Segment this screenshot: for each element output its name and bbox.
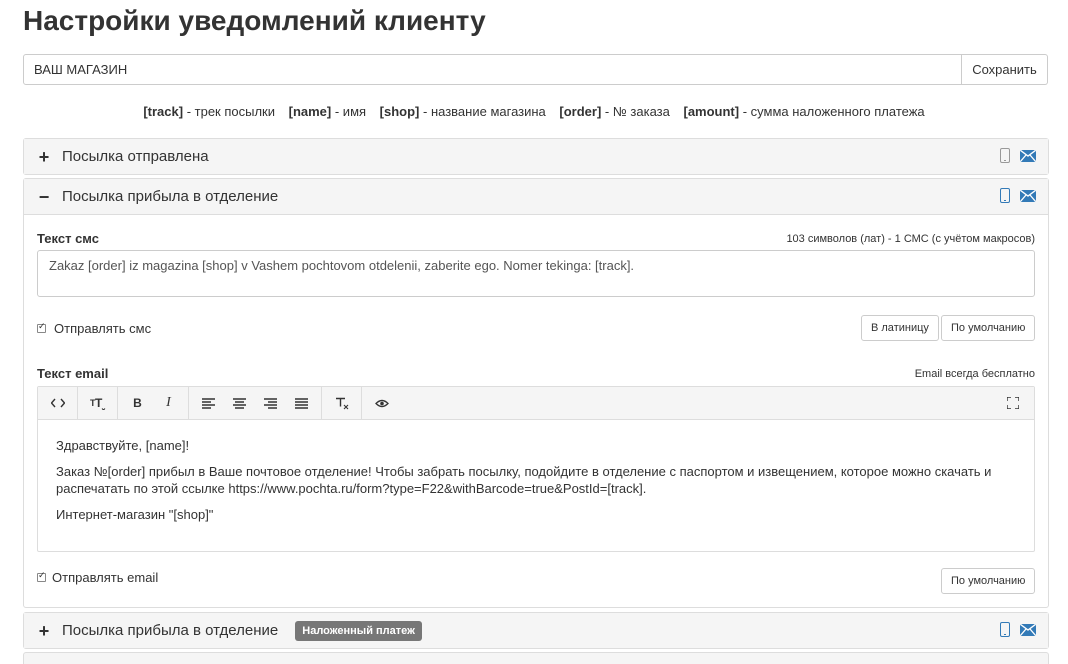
panel-arrived: − Посылка прибыла в отделение Текст смс … xyxy=(23,178,1049,608)
panel-sent-header[interactable]: + Посылка отправлена xyxy=(24,139,1048,174)
preview-eye-icon[interactable] xyxy=(366,387,397,419)
align-right-icon[interactable] xyxy=(255,387,286,419)
phone-icon[interactable] xyxy=(1000,148,1010,163)
email-signature[interactable]: Интернет-магазин "[shop]" xyxy=(56,506,1016,523)
save-button[interactable]: Сохранить xyxy=(962,54,1048,85)
cod-badge: Наложенный платеж xyxy=(295,620,422,641)
phone-icon[interactable] xyxy=(1000,622,1010,637)
panel-arrived-body: Текст смс 103 символов (лат) - 1 СМС (с … xyxy=(24,214,1048,608)
panel-arrived-cod-header[interactable]: + Посылка прибыла в отделение Наложенный… xyxy=(24,613,1048,648)
bold-icon[interactable]: B xyxy=(122,387,153,419)
expand-icon[interactable]: + xyxy=(37,148,51,166)
fullscreen-icon[interactable] xyxy=(997,387,1028,419)
email-main-paragraph[interactable]: Заказ №[order] прибыл в Ваше почтовое от… xyxy=(56,463,1016,497)
panel-sent: + Посылка отправлена xyxy=(23,138,1049,175)
translit-button[interactable]: В латиницу xyxy=(861,315,939,341)
expand-icon[interactable]: + xyxy=(37,622,51,640)
send-sms-checkbox[interactable] xyxy=(37,321,46,333)
macros-legend: [track] - трек посылки [name] - имя [sho… xyxy=(0,104,1068,119)
email-editor: TT B I Здравствуйте, [name]! Заказ №[ord… xyxy=(37,386,1035,552)
mail-icon[interactable] xyxy=(1020,149,1036,162)
align-left-icon[interactable] xyxy=(193,387,224,419)
svg-text:T: T xyxy=(95,396,103,410)
panel-next xyxy=(23,652,1049,664)
send-email-row: Отправлять email xyxy=(37,570,158,585)
email-greeting[interactable]: Здравствуйте, [name]! xyxy=(56,437,1016,454)
code-view-icon[interactable] xyxy=(42,387,73,419)
macro-name: [name] - имя xyxy=(288,104,367,119)
page-title: Настройки уведомлений клиенту xyxy=(23,5,486,36)
macro-amount: [amount] - сумма наложенного платежа xyxy=(683,104,925,119)
macro-track: [track] - трек посылки xyxy=(143,104,275,119)
italic-icon[interactable]: I xyxy=(153,387,184,419)
align-center-icon[interactable] xyxy=(224,387,255,419)
send-email-label[interactable]: Отправлять email xyxy=(52,570,158,585)
panel-title: Посылка прибыла в отделение xyxy=(62,622,279,639)
send-sms-row: Отправлять смс xyxy=(37,321,151,336)
align-justify-icon[interactable] xyxy=(286,387,317,419)
mail-icon[interactable] xyxy=(1020,189,1036,202)
email-hint: Email всегда бесплатно xyxy=(914,368,1035,380)
sms-counter: 103 символов (лат) - 1 СМС (с учётом мак… xyxy=(786,233,1035,245)
shop-name-row: Сохранить xyxy=(23,54,1048,85)
phone-icon[interactable] xyxy=(1000,188,1010,203)
shop-name-input[interactable] xyxy=(23,54,962,85)
send-email-checkbox[interactable] xyxy=(37,570,46,582)
email-default-button[interactable]: По умолчанию xyxy=(941,568,1036,594)
email-text-label: Текст email xyxy=(37,366,109,381)
editor-toolbar: TT B I xyxy=(38,387,1034,420)
macro-order: [order] - № заказа xyxy=(559,104,670,119)
panel-arrived-cod: + Посылка прибыла в отделение Наложенный… xyxy=(23,612,1049,649)
collapse-icon[interactable]: − xyxy=(37,188,51,206)
panel-title: Посылка отправлена xyxy=(62,148,209,165)
macro-shop: [shop] - название магазина xyxy=(379,104,546,119)
send-sms-label[interactable]: Отправлять смс xyxy=(54,321,151,336)
sms-default-button[interactable]: По умолчанию xyxy=(941,315,1036,341)
panel-title: Посылка прибыла в отделение xyxy=(62,188,279,205)
mail-icon[interactable] xyxy=(1020,623,1036,636)
sms-text-input[interactable]: Zakaz [order] iz magazina [shop] v Vashe… xyxy=(37,250,1035,297)
font-size-icon[interactable]: TT xyxy=(82,387,113,419)
panel-arrived-header[interactable]: − Посылка прибыла в отделение xyxy=(24,179,1048,214)
sms-text-label: Текст смс xyxy=(37,231,99,246)
email-body-content[interactable]: Здравствуйте, [name]! Заказ №[order] при… xyxy=(38,420,1034,549)
clear-format-icon[interactable] xyxy=(326,387,357,419)
